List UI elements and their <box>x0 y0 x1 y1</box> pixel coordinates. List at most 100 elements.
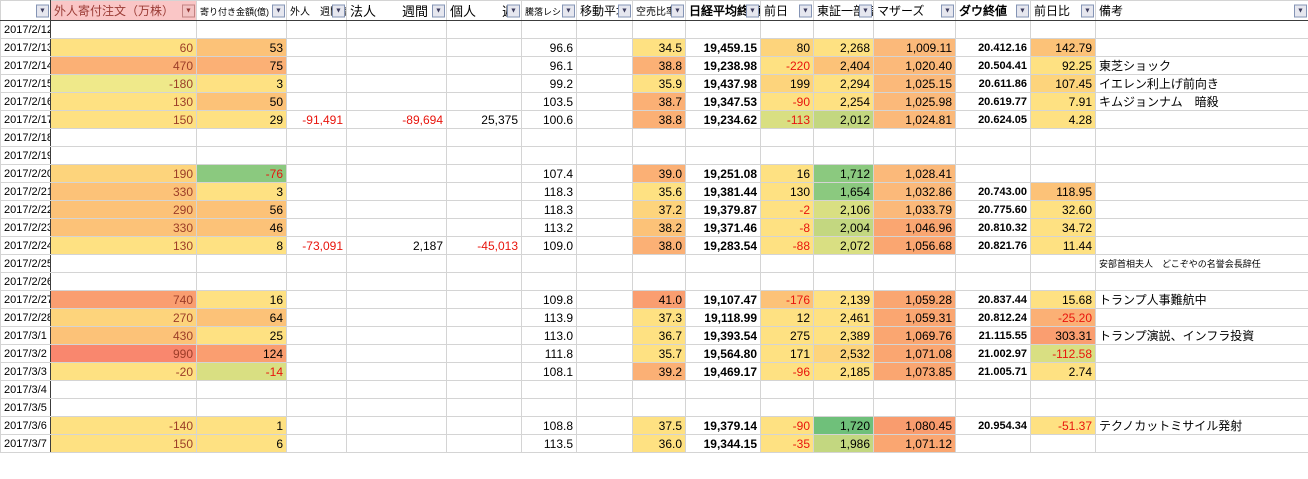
cell-dowzen[interactable] <box>1030 164 1096 183</box>
column-header-nikkei[interactable]: 日経平均終値 ▼ <box>685 0 761 21</box>
cell-dow[interactable] <box>955 254 1031 273</box>
cell-kw[interactable] <box>446 434 522 453</box>
column-header-zenjitsu[interactable]: 前日 ▼ <box>760 0 814 21</box>
cell-tosho[interactable] <box>813 272 874 291</box>
filter-dropdown-icon[interactable]: ▼ <box>182 4 195 17</box>
cell-tosho[interactable]: 1,712 <box>813 164 874 183</box>
cell-hw[interactable] <box>346 326 447 345</box>
filter-dropdown-icon[interactable]: ▼ <box>562 4 575 17</box>
cell-dow[interactable] <box>955 164 1031 183</box>
cell-hw[interactable] <box>346 56 447 75</box>
cell-yoritsuki[interactable]: 124 <box>196 344 287 363</box>
cell-zenjitsu[interactable]: -90 <box>760 92 814 111</box>
cell-kara[interactable] <box>632 398 686 417</box>
column-header-dow[interactable]: ダウ終値 ▼ <box>955 0 1031 21</box>
cell-nikkei[interactable] <box>685 254 761 273</box>
cell-toraku[interactable] <box>521 20 577 39</box>
cell-zenjitsu[interactable]: 12 <box>760 308 814 327</box>
cell-tosho[interactable] <box>813 380 874 399</box>
cell-mothers[interactable]: 1,025.15 <box>873 74 956 93</box>
column-header-kw[interactable]: 個人 週 ▼ <box>446 0 522 21</box>
cell-kw[interactable] <box>446 308 522 327</box>
cell-hw[interactable] <box>346 20 447 39</box>
cell-ido[interactable] <box>576 146 633 165</box>
cell-ido[interactable] <box>576 362 633 381</box>
cell-gw[interactable] <box>286 164 347 183</box>
cell-zenjitsu[interactable]: 171 <box>760 344 814 363</box>
cell-kara[interactable]: 36.0 <box>632 434 686 453</box>
column-header-date[interactable]: ▼ <box>0 0 51 21</box>
cell-date[interactable]: 2017/3/2 <box>0 344 51 363</box>
cell-toraku[interactable]: 111.8 <box>521 344 577 363</box>
cell-tosho[interactable]: 2,012 <box>813 110 874 129</box>
cell-tosho[interactable]: 2,004 <box>813 218 874 237</box>
cell-date[interactable]: 2017/3/4 <box>0 380 51 399</box>
cell-date[interactable]: 2017/2/26 <box>0 272 51 291</box>
cell-date[interactable]: 2017/2/22 <box>0 200 51 219</box>
cell-toraku[interactable]: 109.0 <box>521 236 577 255</box>
cell-biko[interactable] <box>1095 146 1308 165</box>
cell-kw[interactable] <box>446 272 522 291</box>
cell-biko[interactable] <box>1095 20 1308 39</box>
cell-tosho[interactable]: 2,404 <box>813 56 874 75</box>
cell-mothers[interactable]: 1,069.76 <box>873 326 956 345</box>
cell-tosho[interactable] <box>813 20 874 39</box>
cell-gaijin[interactable]: -140 <box>50 416 197 435</box>
cell-toraku[interactable]: 113.9 <box>521 308 577 327</box>
cell-hw[interactable] <box>346 38 447 57</box>
cell-nikkei[interactable]: 19,344.15 <box>685 434 761 453</box>
cell-tosho[interactable] <box>813 398 874 417</box>
cell-kara[interactable] <box>632 146 686 165</box>
cell-hw[interactable]: -89,694 <box>346 110 447 129</box>
cell-hw[interactable] <box>346 416 447 435</box>
cell-dowzen[interactable] <box>1030 398 1096 417</box>
cell-nikkei[interactable] <box>685 398 761 417</box>
cell-zenjitsu[interactable] <box>760 398 814 417</box>
cell-tosho[interactable]: 1,986 <box>813 434 874 453</box>
cell-dow[interactable] <box>955 20 1031 39</box>
cell-gaijin[interactable]: 130 <box>50 92 197 111</box>
filter-dropdown-icon[interactable]: ▼ <box>941 4 954 17</box>
cell-yoritsuki[interactable]: 6 <box>196 434 287 453</box>
cell-zenjitsu[interactable] <box>760 128 814 147</box>
cell-yoritsuki[interactable]: 53 <box>196 38 287 57</box>
cell-biko[interactable] <box>1095 110 1308 129</box>
cell-biko[interactable] <box>1095 128 1308 147</box>
cell-dow[interactable]: 20.624.05 <box>955 110 1031 129</box>
cell-toraku[interactable]: 108.8 <box>521 416 577 435</box>
cell-toraku[interactable] <box>521 398 577 417</box>
cell-ido[interactable] <box>576 92 633 111</box>
cell-date[interactable]: 2017/2/19 <box>0 146 51 165</box>
cell-mothers[interactable] <box>873 398 956 417</box>
column-header-yoritsuki[interactable]: 寄り付き金額(億) ▼ <box>196 0 287 21</box>
cell-gw[interactable] <box>286 200 347 219</box>
cell-biko[interactable] <box>1095 38 1308 57</box>
cell-ido[interactable] <box>576 56 633 75</box>
cell-dowzen[interactable]: 4.28 <box>1030 110 1096 129</box>
cell-kara[interactable]: 35.7 <box>632 344 686 363</box>
cell-nikkei[interactable]: 19,118.99 <box>685 308 761 327</box>
cell-gw[interactable] <box>286 128 347 147</box>
cell-gaijin[interactable] <box>50 146 197 165</box>
cell-tosho[interactable]: 2,185 <box>813 362 874 381</box>
cell-zenjitsu[interactable]: 16 <box>760 164 814 183</box>
cell-biko[interactable] <box>1095 344 1308 363</box>
cell-zenjitsu[interactable] <box>760 272 814 291</box>
cell-nikkei[interactable]: 19,469.17 <box>685 362 761 381</box>
cell-kara[interactable] <box>632 20 686 39</box>
cell-dow[interactable]: 20.812.24 <box>955 308 1031 327</box>
cell-date[interactable]: 2017/2/12 <box>0 20 51 39</box>
cell-dowzen[interactable] <box>1030 20 1096 39</box>
cell-ido[interactable] <box>576 110 633 129</box>
cell-zenjitsu[interactable]: 130 <box>760 182 814 201</box>
cell-yoritsuki[interactable]: 46 <box>196 218 287 237</box>
cell-date[interactable]: 2017/2/18 <box>0 128 51 147</box>
cell-toraku[interactable]: 118.3 <box>521 182 577 201</box>
cell-kw[interactable] <box>446 362 522 381</box>
cell-ido[interactable] <box>576 416 633 435</box>
cell-nikkei[interactable]: 19,379.87 <box>685 200 761 219</box>
cell-kw[interactable] <box>446 146 522 165</box>
filter-dropdown-icon[interactable]: ▼ <box>1081 4 1094 17</box>
filter-dropdown-icon[interactable]: ▼ <box>746 4 759 17</box>
cell-toraku[interactable]: 109.8 <box>521 290 577 309</box>
